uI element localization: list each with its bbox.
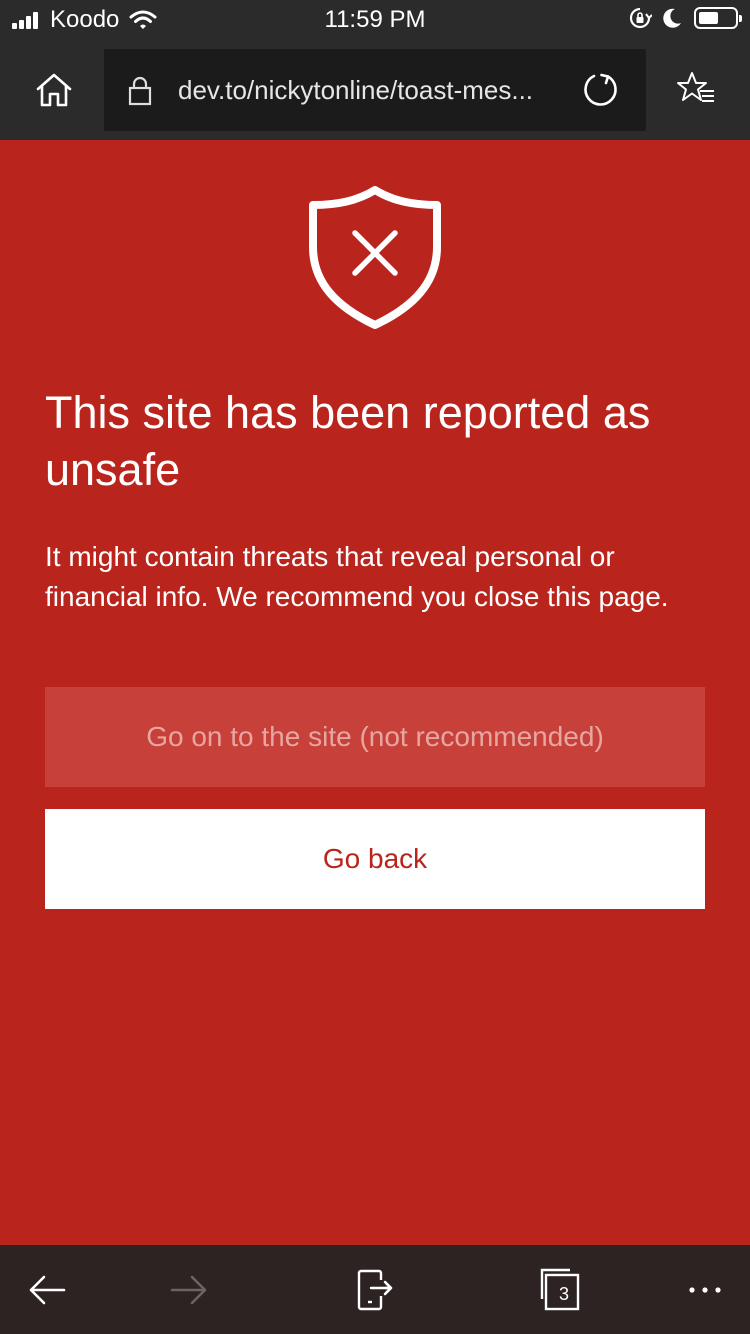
rotation-lock-icon bbox=[629, 7, 652, 29]
tabs-button[interactable]: 3 bbox=[534, 1267, 584, 1313]
forward-arrow-icon bbox=[170, 1275, 207, 1305]
forward-button[interactable] bbox=[164, 1267, 214, 1313]
back-button[interactable] bbox=[22, 1267, 72, 1313]
home-button[interactable] bbox=[34, 70, 78, 114]
moon-icon bbox=[663, 8, 681, 28]
shield-x-icon bbox=[309, 186, 441, 329]
battery-icon bbox=[694, 7, 742, 29]
warning-description: It might contain threats that reveal per… bbox=[45, 541, 669, 612]
tab-count: 3 bbox=[558, 1283, 569, 1304]
page-title: This site has been reported as unsafe bbox=[45, 387, 651, 495]
lock-icon bbox=[128, 76, 152, 106]
more-icon bbox=[689, 1287, 721, 1293]
browser-toolbar: dev.to/nickytonline/toast-mes... bbox=[0, 40, 750, 140]
more-button[interactable] bbox=[680, 1267, 730, 1313]
address-bar[interactable]: dev.to/nickytonline/toast-mes... bbox=[104, 49, 646, 131]
reload-icon[interactable] bbox=[582, 71, 620, 109]
back-arrow-icon bbox=[29, 1275, 66, 1305]
url-text: dev.to/nickytonline/toast-mes... bbox=[178, 75, 534, 105]
go-back-button[interactable]: Go back bbox=[45, 809, 705, 909]
favorites-icon bbox=[677, 72, 714, 102]
share-button[interactable] bbox=[350, 1267, 400, 1313]
bottom-toolbar: 3 bbox=[0, 1245, 750, 1334]
home-icon bbox=[36, 73, 72, 107]
status-right bbox=[628, 6, 742, 30]
favorites-button[interactable] bbox=[676, 70, 716, 113]
share-icon bbox=[357, 1269, 393, 1311]
proceed-to-site-button[interactable]: Go on to the site (not recommended) bbox=[45, 687, 705, 787]
status-bar: Koodo 11:59 PM bbox=[0, 0, 750, 40]
